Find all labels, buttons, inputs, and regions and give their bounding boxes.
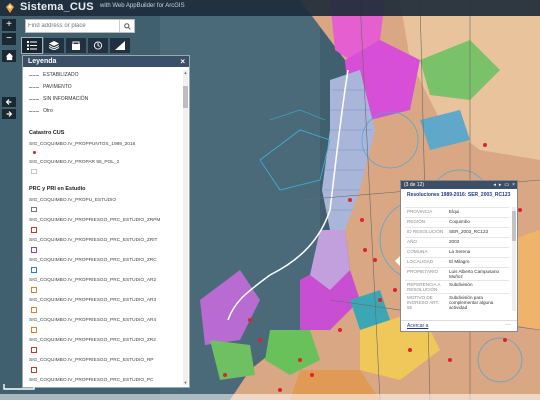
search-box <box>25 19 135 33</box>
zoom-to-link[interactable]: Acercar a <box>407 323 428 329</box>
next-extent-button[interactable] <box>2 109 16 119</box>
zoom-control: + − <box>2 19 16 47</box>
popup-counter: (3 de 12) <box>404 182 425 188</box>
print-icon <box>93 41 103 50</box>
previous-extent-button[interactable] <box>2 97 16 107</box>
zoom-in-button[interactable]: + <box>2 19 16 31</box>
attribute-row: AÑO 2003 <box>405 237 509 247</box>
attribute-row: ID RESOLUCIÓN SER_2003_RC123 <box>405 227 509 237</box>
legend-layer-name: SIG_COQUIMBO.IV_PROPU_ESTUDIO <box>29 198 117 203</box>
attribute-row: REGIÓN Coquimbo <box>405 217 509 227</box>
search-button[interactable] <box>119 20 134 32</box>
legend-layer-name: SIG_COQUIMBO.IV_PROPRIESGO_PRC_ESTUDIO_P… <box>29 378 154 383</box>
legend-layer-name: SIG_COQUIMBO.IV_PROPRIESGO_PRC_ESTUDIO_Z… <box>29 218 161 223</box>
polygon-symbol <box>31 169 37 174</box>
popup-scroll-thumb[interactable] <box>512 211 516 241</box>
arrow-left-icon <box>5 99 12 105</box>
close-icon[interactable]: × <box>512 181 515 189</box>
search-input[interactable] <box>28 21 120 31</box>
polygon-symbol <box>31 327 37 333</box>
extent-navigation <box>2 97 16 121</box>
list-icon <box>27 41 37 50</box>
previous-feature-icon[interactable]: ◂ <box>493 181 496 189</box>
zoom-out-button[interactable]: − <box>2 33 16 45</box>
next-feature-icon[interactable]: ▸ <box>499 181 502 189</box>
attribute-row: LOCALIDAD El Milagro <box>405 257 509 267</box>
legend-layer-name: SIG_COQUIMBO.IV_PROPRIESGO_PRC_ESTUDIO_Z… <box>29 258 157 263</box>
scale-label: 8km <box>36 381 48 387</box>
polygon-symbol <box>31 307 37 313</box>
legend-scroll-thumb[interactable] <box>183 86 188 108</box>
legend-layer-name: SIG_COQUIMBO.IV_PROPAR 55_POL_2 <box>29 160 120 165</box>
home-icon <box>5 52 13 60</box>
attribute-row: PROVINCIA Elqui <box>405 207 509 217</box>
attribute-row: REFERENCIA A RESOLUCIÓN Subdivisión <box>405 280 509 293</box>
legend-layer-name: SIG_COQUIMBO.IV_PROPRIESGO_PRC_ESTUDIO_Z… <box>29 338 156 343</box>
legend-layer-name: SIG_COQUIMBO.IV_PROPRIESGO_PRC_ESTUDIO_R… <box>29 358 154 363</box>
legend-scrollbar[interactable]: ▲ ▼ <box>183 70 188 385</box>
layers-icon <box>49 41 59 50</box>
legend-road-item: Otro <box>29 107 53 115</box>
basemap-tool-button[interactable] <box>66 38 86 53</box>
app-logo-icon <box>6 3 14 13</box>
maximize-icon[interactable]: ▭ <box>504 181 509 189</box>
print-tool-button[interactable] <box>88 38 108 53</box>
scroll-up-arrow-icon[interactable]: ▲ <box>183 70 188 75</box>
legend-road-item: ESTABILIZADO <box>29 71 78 79</box>
popup-footer: Acercar a ··· <box>401 320 517 331</box>
legend-layer-name: SIG_COQUIMBO.IV_PROPRIESGO_PRC_ESTUDIO_A… <box>29 318 157 323</box>
search-icon <box>123 22 131 30</box>
popup-attribute-table: PROVINCIA Elqui REGIÓN Coquimbo ID RESOLUC… <box>405 207 509 311</box>
more-actions-icon[interactable]: ··· <box>505 322 511 328</box>
legend-road-item: PAVIMENTO <box>29 83 72 91</box>
legend-section-heading: Catastro CUS <box>29 130 65 136</box>
attribution-bar <box>0 394 540 400</box>
attribute-row: COMUNA La Serena <box>405 247 509 257</box>
polygon-symbol <box>31 227 37 233</box>
legend-tool-button[interactable] <box>21 37 43 54</box>
feature-popup: (3 de 12) ◂ ▸ ▭ × Resoluciones 1989-2016… <box>400 180 518 332</box>
polygon-symbol <box>31 267 37 273</box>
dashed-line-symbol <box>29 98 39 100</box>
point-symbol <box>33 151 36 154</box>
polygon-symbol <box>31 207 37 212</box>
popup-scrollbar[interactable] <box>512 207 516 311</box>
popup-header: (3 de 12) ◂ ▸ ▭ × <box>401 181 517 189</box>
app-subtitle: with Web AppBuilder for ArcGIS <box>100 3 185 9</box>
dashed-line-symbol <box>29 86 39 88</box>
legend-header: Leyenda × <box>23 56 189 67</box>
legend-close-button[interactable]: × <box>180 56 185 67</box>
arrow-right-icon <box>6 111 13 117</box>
legend-panel: Leyenda × ESTABILIZADO PAVIMENTO SIN INF… <box>22 55 190 388</box>
attribute-row: PROPIETARIO Luis Alberto Campusano Muñoz <box>405 267 509 280</box>
measure-tool-button[interactable] <box>110 38 130 53</box>
legend-layer-name: SIG_COQUIMBO.IV_PROPPUNTOS_1989_2016 <box>29 142 136 147</box>
legend-layer-name: SIG_COQUIMBO.IV_PROPRIESGO_PRC_ESTUDIO_A… <box>29 278 157 283</box>
attribute-row: MOTIVO DE INGRESO ART. 55 Subdivisión par… <box>405 293 509 311</box>
legend-title: Leyenda <box>28 58 57 65</box>
dashed-line-symbol <box>29 110 39 112</box>
dashed-line-symbol <box>29 74 39 76</box>
legend-section-heading: PRC y PRI en Estudio <box>29 186 86 192</box>
widget-toolbar <box>21 37 138 54</box>
polygon-symbol <box>31 247 37 253</box>
basemap-icon <box>72 41 80 50</box>
layer-list-tool-button[interactable] <box>44 38 64 53</box>
legend-layer-name: SIG_COQUIMBO.IV_PROPRIESGO_PRC_ESTUDIO_Z… <box>29 238 158 243</box>
legend-content: ESTABILIZADO PAVIMENTO SIN INFORMACIÓN O… <box>23 68 182 387</box>
polygon-symbol <box>31 347 37 353</box>
polygon-symbol <box>31 367 37 373</box>
scroll-down-arrow-icon[interactable]: ▼ <box>183 380 188 385</box>
polygon-symbol <box>31 287 37 293</box>
legend-road-item: SIN INFORMACIÓN <box>29 95 88 103</box>
measure-icon <box>115 41 125 50</box>
legend-layer-name: SIG_COQUIMBO.IV_PROPRIESGO_PRC_ESTUDIO_A… <box>29 298 157 303</box>
app-header: Sistema_CUS with Web AppBuilder for ArcG… <box>0 0 540 16</box>
app-title: Sistema_CUS <box>20 1 94 13</box>
home-button[interactable] <box>2 50 16 62</box>
popup-title: Resoluciones 1989-2016: SER_2003_RC123 <box>407 192 511 198</box>
